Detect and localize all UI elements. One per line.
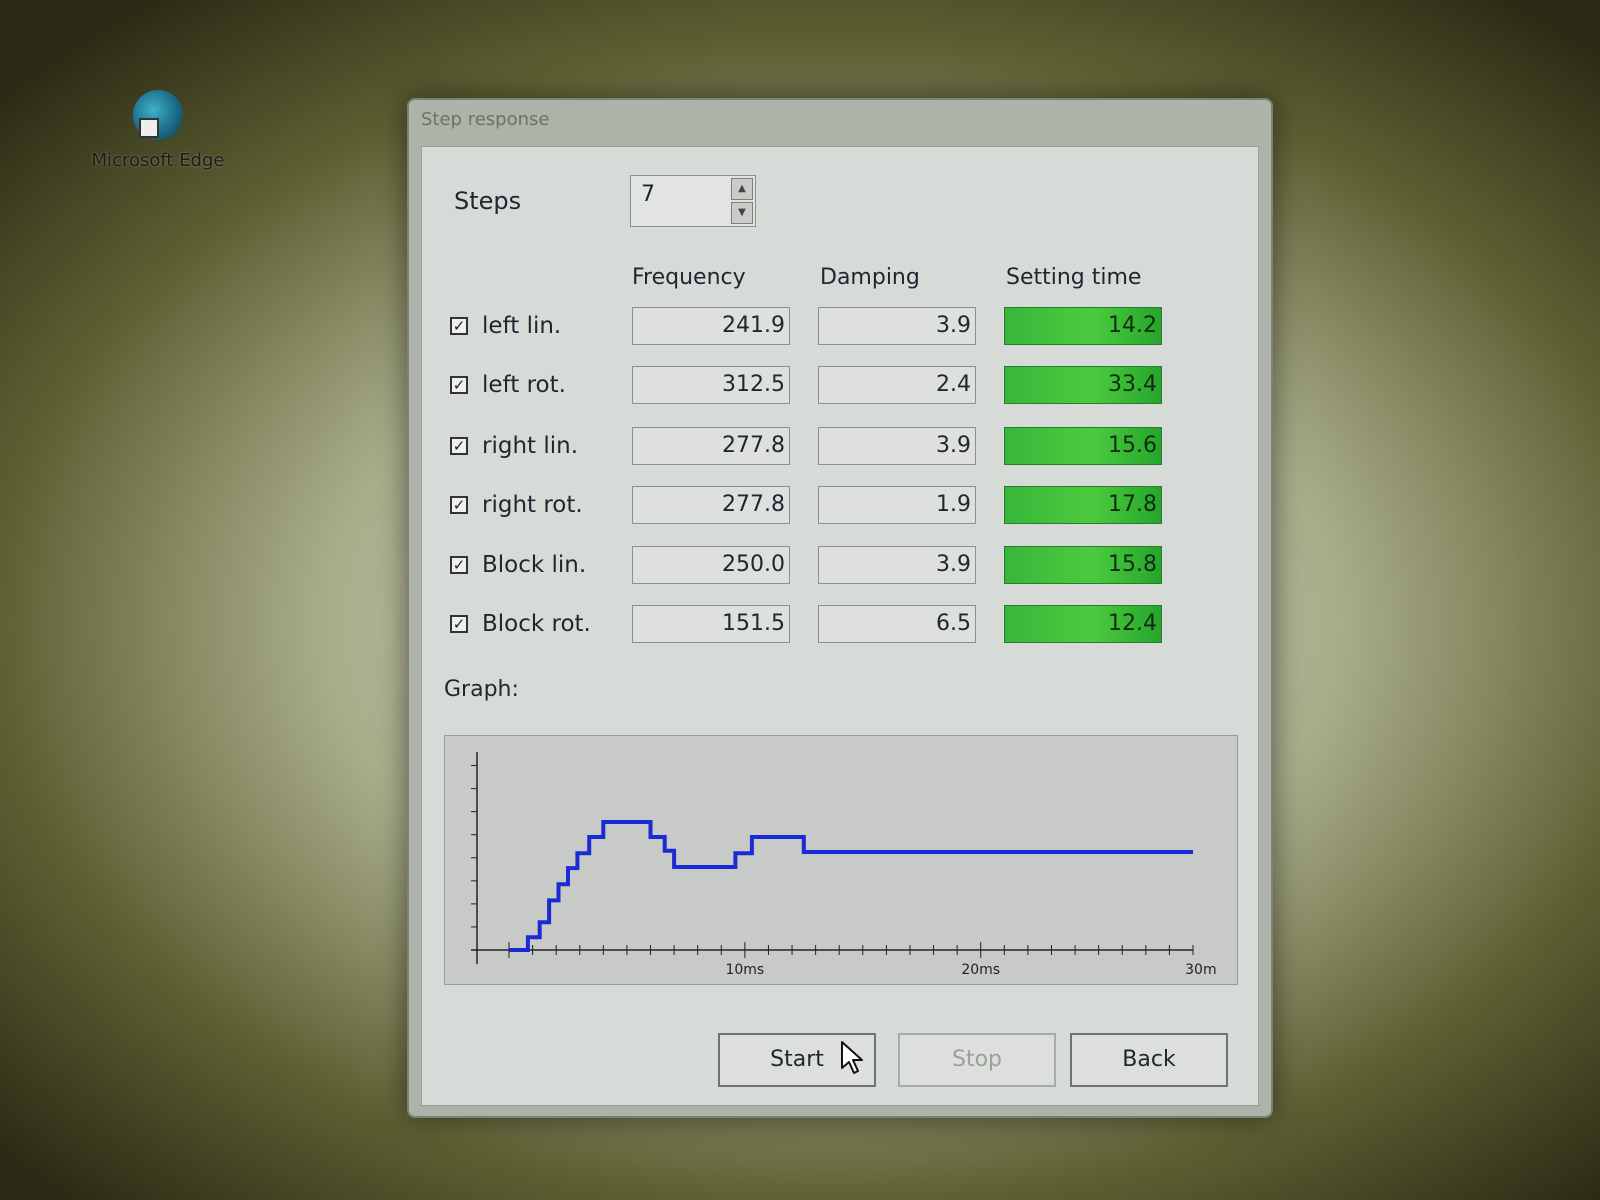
graph-x-tick-label: 10ms (725, 962, 764, 978)
column-header-damping: Damping (820, 265, 920, 290)
steps-decrement-button[interactable]: ▼ (731, 202, 753, 224)
table-row: ✓ Block lin. 250.0 3.9 15.8 (422, 546, 1258, 586)
row-checkbox[interactable]: ✓ (450, 496, 468, 514)
table-row: ✓ right rot. 277.8 1.9 17.8 (422, 486, 1258, 526)
damping-field[interactable]: 3.9 (818, 307, 976, 345)
row-label: right rot. (482, 492, 583, 518)
setting-time-field: 15.6 (1004, 427, 1162, 465)
row-label: Block rot. (482, 611, 591, 637)
steps-spinbox[interactable]: 7 ▲ ▼ (630, 175, 756, 227)
frequency-field[interactable]: 277.8 (632, 427, 790, 465)
row-checkbox[interactable]: ✓ (450, 556, 468, 574)
desktop-icon-label: Microsoft Edge (91, 150, 225, 171)
table-row: ✓ Block rot. 151.5 6.5 12.4 (422, 605, 1258, 645)
steps-increment-button[interactable]: ▲ (731, 178, 753, 200)
frequency-field[interactable]: 277.8 (632, 486, 790, 524)
column-header-frequency: Frequency (632, 265, 746, 290)
damping-field[interactable]: 6.5 (818, 605, 976, 643)
setting-time-field: 17.8 (1004, 486, 1162, 524)
table-row: ✓ right lin. 277.8 3.9 15.6 (422, 427, 1258, 467)
frequency-field[interactable]: 312.5 (632, 366, 790, 404)
frequency-field[interactable]: 151.5 (632, 605, 790, 643)
damping-field[interactable]: 3.9 (818, 427, 976, 465)
row-label: right lin. (482, 433, 579, 459)
row-label: Block lin. (482, 552, 587, 578)
column-header-setting-time: Setting time (1006, 265, 1142, 290)
row-label: left lin. (482, 313, 562, 339)
graph-label: Graph: (444, 677, 519, 702)
damping-field[interactable]: 1.9 (818, 486, 976, 524)
table-row: ✓ left rot. 312.5 2.4 33.4 (422, 366, 1258, 406)
mouse-pointer-icon (841, 1041, 863, 1074)
graph-series-line (509, 820, 1193, 952)
row-checkbox[interactable]: ✓ (450, 437, 468, 455)
frequency-field[interactable]: 241.9 (632, 307, 790, 345)
dialog-client-area: Steps 7 ▲ ▼ Frequency Damping Setting ti… (421, 146, 1259, 1106)
setting-time-field: 14.2 (1004, 307, 1162, 345)
graph-x-tick-label: 30m (1185, 962, 1216, 978)
row-checkbox[interactable]: ✓ (450, 615, 468, 633)
steps-label: Steps (454, 187, 522, 215)
stop-button[interactable]: Stop (898, 1033, 1056, 1087)
setting-time-field: 33.4 (1004, 366, 1162, 404)
step-response-window: Step response Steps 7 ▲ ▼ Frequency Damp… (407, 98, 1273, 1118)
row-checkbox[interactable]: ✓ (450, 317, 468, 335)
window-title[interactable]: Step response (409, 100, 1271, 144)
back-button[interactable]: Back (1070, 1033, 1228, 1087)
damping-field[interactable]: 2.4 (818, 366, 976, 404)
row-checkbox[interactable]: ✓ (450, 376, 468, 394)
row-label: left rot. (482, 372, 566, 398)
setting-time-field: 12.4 (1004, 605, 1162, 643)
graph-canvas: 10ms 20ms 30m (471, 752, 1217, 978)
graph-x-tick-label: 20ms (961, 962, 1000, 978)
table-row: ✓ left lin. 241.9 3.9 14.2 (422, 307, 1258, 347)
desktop-icon-microsoft-edge[interactable]: Microsoft Edge (88, 90, 228, 171)
step-response-graph: 10ms 20ms 30m (444, 735, 1238, 985)
setting-time-field: 15.8 (1004, 546, 1162, 584)
frequency-field[interactable]: 250.0 (632, 546, 790, 584)
steps-value[interactable]: 7 (641, 182, 655, 207)
edge-browser-icon (133, 90, 183, 140)
damping-field[interactable]: 3.9 (818, 546, 976, 584)
